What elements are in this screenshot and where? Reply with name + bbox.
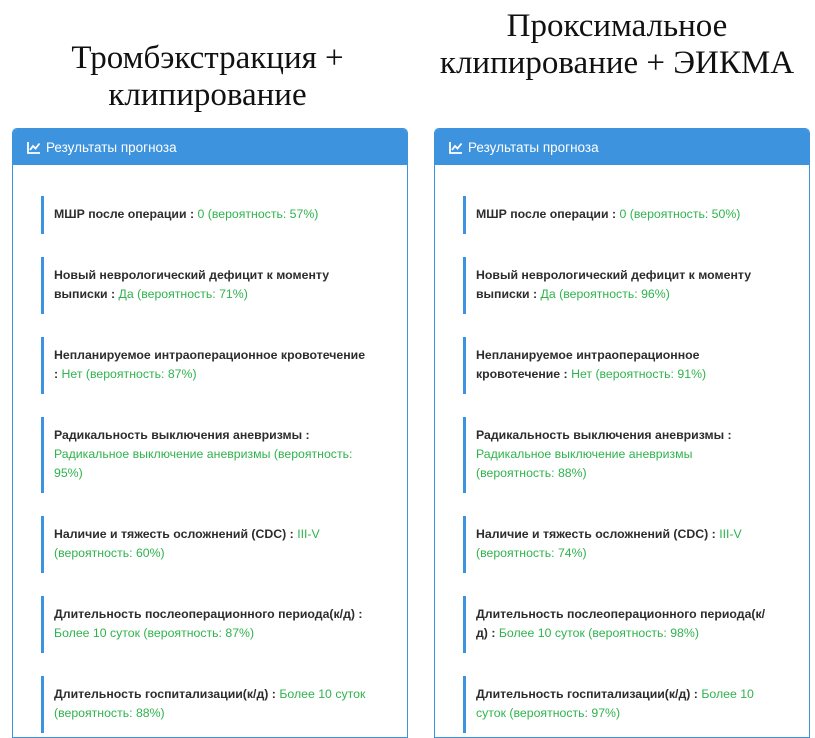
- results-list: МШР после операции : 0 (вероятность: 57%…: [13, 165, 407, 733]
- panel-header: Результаты прогноза: [13, 129, 407, 165]
- right-column-title: Проксимальное клипирование + ЭИКМА: [439, 8, 795, 81]
- result-label: Радикальность выключения аневризмы :: [476, 428, 732, 442]
- result-item-mrs: МШР после операции : 0 (вероятность: 50%…: [463, 196, 773, 234]
- result-item-hospitalization: Длительность госпитализации(к/д) : Более…: [463, 676, 773, 733]
- result-label: Длительность госпитализации(к/д) :: [54, 687, 276, 701]
- result-item-postop-period: Длительность послеоперационного периода(…: [463, 596, 773, 653]
- result-item-hospitalization: Длительность госпитализации(к/д) : Более…: [41, 676, 371, 733]
- result-item-complications: Наличие и тяжесть осложнений (CDC) : III…: [41, 516, 371, 573]
- prognosis-panel-right: Результаты прогноза МШР после операции :…: [434, 128, 810, 738]
- panel-header: Результаты прогноза: [435, 129, 809, 165]
- result-value: Да (вероятность: 96%): [540, 287, 670, 301]
- result-item-mrs: МШР после операции : 0 (вероятность: 57%…: [41, 196, 371, 234]
- result-label: Наличие и тяжесть осложнений (CDC) :: [54, 527, 294, 541]
- result-value: Радикальное выключение аневризмы (вероят…: [54, 447, 353, 480]
- panel-header-title: Результаты прогноза: [468, 139, 599, 155]
- results-list: МШР после операции : 0 (вероятность: 50%…: [435, 165, 809, 733]
- result-label: Наличие и тяжесть осложнений (CDC) :: [476, 527, 716, 541]
- result-item-complications: Наличие и тяжесть осложнений (CDC) : III…: [463, 516, 773, 573]
- result-item-neuro-deficit: Новый неврологический дефицит к моменту …: [41, 257, 371, 314]
- result-label: Радикальность выключения аневризмы :: [54, 428, 310, 442]
- result-label: Длительность госпитализации(к/д) :: [476, 687, 698, 701]
- result-item-postop-period: Длительность послеоперационного периода(…: [41, 596, 371, 653]
- result-value: Радикальное выключение аневризмы (вероят…: [476, 447, 693, 480]
- result-item-radicality: Радикальность выключения аневризмы : Рад…: [463, 417, 773, 493]
- result-value: 0 (вероятность: 57%): [197, 207, 319, 221]
- result-value: 0 (вероятность: 50%): [619, 207, 741, 221]
- result-item-radicality: Радикальность выключения аневризмы : Рад…: [41, 417, 371, 493]
- result-label: МШР после операции :: [476, 207, 617, 221]
- result-value: Нет (вероятность: 87%): [61, 367, 197, 381]
- result-item-bleeding: Непланируемое интраоперационное кровотеч…: [463, 337, 773, 394]
- left-column-title: Тромбэкстракция + клипирование: [71, 40, 344, 113]
- line-chart-icon: [27, 141, 41, 154]
- result-value: Более 10 суток (вероятность: 87%): [54, 626, 255, 640]
- result-item-neuro-deficit: Новый неврологический дефицит к моменту …: [463, 257, 773, 314]
- prognosis-panel-left: Результаты прогноза МШР после операции :…: [12, 128, 408, 738]
- result-value: Нет (вероятность: 91%): [571, 367, 707, 381]
- panel-header-title: Результаты прогноза: [46, 139, 177, 155]
- result-value: Да (вероятность: 71%): [118, 287, 248, 301]
- result-value: Более 10 суток (вероятность: 98%): [498, 626, 699, 640]
- line-chart-icon: [449, 141, 463, 154]
- result-item-bleeding: Непланируемое интраоперационное кровотеч…: [41, 337, 371, 394]
- result-label: МШР после операции :: [54, 207, 195, 221]
- result-label: Длительность послеоперационного периода(…: [54, 607, 363, 621]
